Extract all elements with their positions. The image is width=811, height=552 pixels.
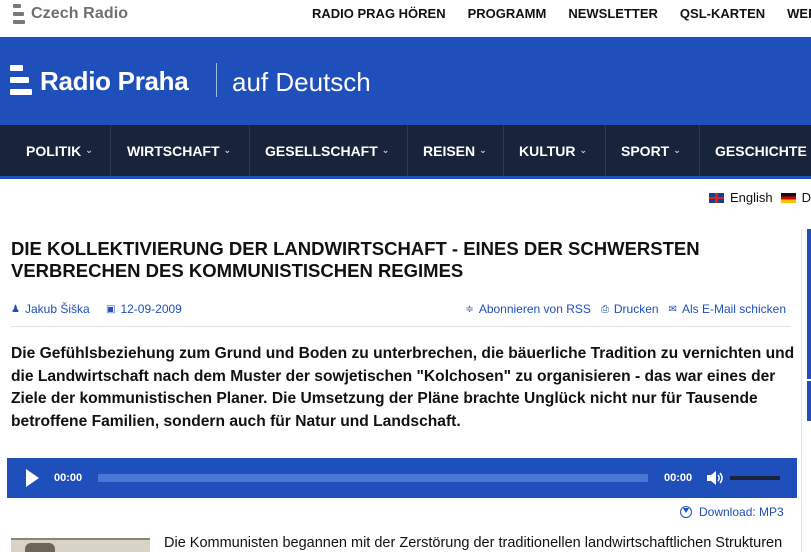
nav-item-reisen[interactable]: REISEN ⌄ (408, 125, 504, 176)
brand-divider (216, 63, 217, 97)
site-brand[interactable]: Radio Praha (40, 66, 189, 97)
user-icon: ♟ (11, 303, 20, 315)
rss-label: Abonnieren von RSS (478, 302, 591, 316)
nav-item-gesellschaft[interactable]: GESELLSCHAFT ⌄ (250, 125, 408, 176)
duration: 00:00 (664, 472, 693, 484)
article-title: Die Kollektivierung der Landwirtschaft -… (11, 238, 700, 281)
site-subtitle: auf Deutsch (232, 67, 371, 97)
article-lead: Die Gefühlsbeziehung zum Grund und Boden… (11, 345, 795, 430)
top-links: RADIO PRAG HÖREN PROGRAMM NEWSLETTER QSL… (312, 6, 811, 21)
play-icon[interactable] (26, 469, 39, 487)
download-label: Download: MP3 (699, 505, 784, 519)
top-link-radio-hoeren[interactable]: RADIO PRAG HÖREN (312, 6, 446, 21)
chevron-down-icon: ⌄ (223, 145, 232, 155)
site-header: Radio Praha auf Deutsch (0, 37, 811, 121)
progress-bar[interactable] (98, 474, 648, 482)
czech-radio-logo[interactable]: Czech Radio (13, 4, 128, 24)
publish-date: ▣ 12-09-2009 (106, 302, 182, 316)
print-icon: ⎙ (600, 303, 609, 315)
czech-radio-logo-icon (13, 4, 25, 24)
email-link[interactable]: ✉ Als E-Mail schicken (669, 302, 786, 316)
volume-icon[interactable] (705, 469, 723, 487)
top-link-newsletter[interactable]: NEWSLETTER (568, 6, 658, 21)
email-label: Als E-Mail schicken (681, 302, 786, 316)
radio-praha-logo-icon (10, 65, 32, 95)
meta-divider (11, 326, 791, 327)
main-nav: POLITIK ⌄ WIRTSCHAFT ⌄ GESELLSCHAFT ⌄ REISE… (0, 125, 811, 176)
top-link-wer-ist[interactable]: WER IST (787, 6, 811, 21)
article-image[interactable] (11, 538, 150, 552)
download-icon (680, 506, 692, 518)
nav-item-wirtschaft[interactable]: WIRTSCHAFT ⌄ (111, 125, 250, 176)
nav-label: KULTUR (519, 142, 576, 159)
nav-label: GESCHICHTE (715, 142, 807, 159)
nav-label: SPORT (621, 142, 670, 159)
nav-item-kultur[interactable]: KULTUR ⌄ (504, 125, 606, 176)
article-meta: ♟ Jakub Šiška ▣ 12-09-2009 ≑ Abonnieren v… (11, 302, 786, 318)
czech-radio-logo-text: Czech Radio (31, 5, 129, 22)
sidebar-divider (801, 230, 802, 552)
chevron-down-icon: ⌄ (479, 145, 487, 155)
rss-link[interactable]: ≑ Abonnieren von RSS (465, 302, 590, 316)
german-flag-icon (780, 192, 796, 203)
uk-flag-icon (708, 192, 724, 203)
chevron-down-icon: ⌄ (381, 145, 390, 155)
email-icon: ✉ (668, 303, 677, 315)
language-switcher: English D (708, 190, 811, 205)
author: ♟ Jakub Šiška (11, 302, 90, 316)
nav-label: REISEN (423, 142, 476, 159)
current-time: 00:00 (54, 472, 83, 484)
print-label: Drucken (613, 302, 659, 316)
nav-wrapper: POLITIK ⌄ WIRTSCHAFT ⌄ GESELLSCHAFT ⌄ REISE… (0, 121, 811, 179)
top-link-programm[interactable]: PROGRAMM (468, 6, 547, 21)
sidebar-fragment (807, 381, 811, 421)
rss-icon: ≑ (465, 303, 474, 315)
chevron-down-icon: ⌄ (85, 145, 93, 155)
language-english[interactable]: English (730, 190, 773, 205)
author-name[interactable]: Jakub Šiška (25, 302, 90, 316)
audio-player: 00:00 00:00 (7, 458, 797, 498)
nav-label: POLITIK (26, 142, 82, 159)
chevron-down-icon: ⌄ (673, 145, 681, 155)
article-actions: ≑ Abonnieren von RSS ⎙ Drucken ✉ Als E-Mail… (455, 302, 786, 316)
language-german[interactable]: D (802, 190, 811, 205)
sidebar-fragment (807, 229, 811, 379)
article-body: Die Kommunisten begannen mit der Zerstör… (164, 535, 783, 551)
calendar-icon: ▣ (106, 303, 116, 315)
nav-item-geschichte[interactable]: GESCHICHTE (700, 125, 811, 176)
nav-label: WIRTSCHAFT (127, 142, 220, 159)
volume-slider[interactable] (730, 476, 780, 480)
chevron-down-icon: ⌄ (579, 145, 588, 155)
nav-item-sport[interactable]: SPORT ⌄ (606, 125, 700, 176)
top-link-qsl-karten[interactable]: QSL-KARTEN (680, 6, 765, 21)
nav-item-politik[interactable]: POLITIK ⌄ (0, 125, 111, 176)
date-text: 12-09-2009 (120, 302, 182, 316)
download-link[interactable]: Download: MP3 (680, 505, 784, 519)
print-link[interactable]: ⎙ Drucken (601, 302, 659, 316)
nav-label: GESELLSCHAFT (265, 142, 378, 159)
top-bar: Czech Radio RADIO PRAG HÖREN PROGRAMM NE… (0, 0, 811, 37)
